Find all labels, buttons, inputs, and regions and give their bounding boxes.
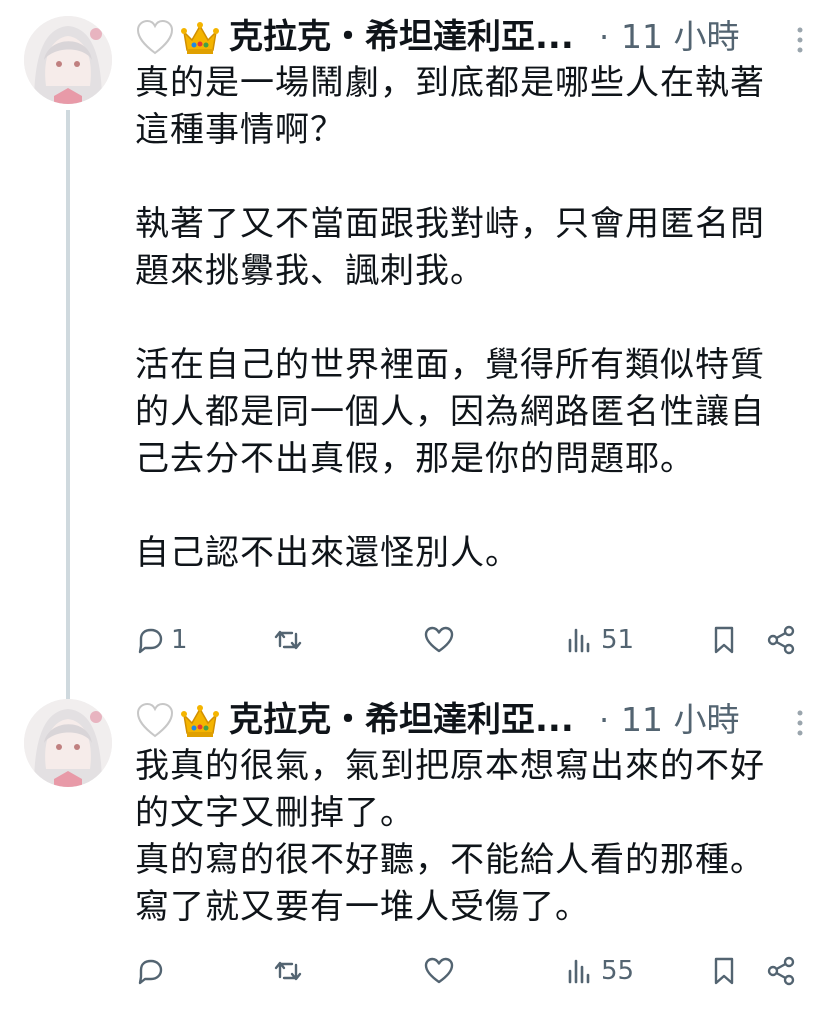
tweet-header: 克拉克・希坦達利亞... · 11 小時 [135, 12, 815, 62]
bookmark-button[interactable] [708, 946, 740, 996]
reply-icon [138, 628, 163, 654]
reply-icon [138, 959, 163, 985]
bookmark-icon [714, 957, 734, 985]
view-count: 51 [601, 625, 635, 655]
like-button[interactable] [423, 615, 459, 665]
share-icon [767, 956, 795, 986]
tweet[interactable]: 克拉克・希坦達利亞... · 11 小時 我真的很氣，氣到把原本想寫出來的不好 … [0, 683, 840, 1024]
crown-icon [181, 22, 219, 54]
like-icon [424, 957, 454, 984]
like-icon [424, 626, 454, 653]
timestamp[interactable]: 11 小時 [621, 14, 739, 60]
retweet-icon [274, 630, 302, 650]
display-name[interactable]: 克拉克・希坦達利亞... [229, 697, 574, 743]
avatar[interactable] [24, 699, 112, 787]
more-vertical-icon[interactable] [790, 20, 810, 60]
display-name[interactable]: 克拉克・希坦達利亞... [229, 14, 574, 60]
more-vertical-icon[interactable] [790, 703, 810, 743]
reply-button[interactable] [135, 946, 171, 996]
retweet-icon [274, 961, 302, 981]
views-button[interactable]: 51 [565, 615, 634, 665]
white-heart-icon [136, 19, 174, 55]
tweet[interactable]: 克拉克・希坦達利亞... · 11 小時 真的是一場鬧劇，到底都是哪些人在執著 … [0, 0, 840, 710]
share-button[interactable] [765, 946, 797, 996]
bookmark-button[interactable] [708, 615, 740, 665]
tweet-text: 我真的很氣，氣到把原本想寫出來的不好 的文字又刪掉了。 真的寫的很不好聽，不能給… [135, 746, 765, 927]
views-icon [568, 959, 590, 984]
separator-dot: · [599, 18, 610, 56]
tweet-header: 克拉克・希坦達利亞... · 11 小時 [135, 695, 815, 745]
timestamp[interactable]: 11 小時 [621, 697, 739, 743]
thread-connector [66, 110, 70, 710]
tweet-text: 真的是一場鬧劇，到底都是哪些人在執著 這種事情啊？ 執著了又不當面跟我對峙，只會… [135, 63, 765, 573]
views-button[interactable]: 55 [565, 946, 634, 996]
retweet-button[interactable] [272, 946, 308, 996]
bookmark-icon [714, 626, 734, 654]
retweet-button[interactable] [272, 615, 308, 665]
share-button[interactable] [765, 615, 797, 665]
like-button[interactable] [423, 946, 459, 996]
action-bar: 55 [135, 946, 815, 996]
share-icon [767, 625, 795, 655]
views-icon [568, 628, 590, 653]
separator-dot: · [599, 701, 610, 739]
reply-count: 1 [171, 625, 188, 655]
action-bar: 1 51 [135, 615, 815, 665]
reply-button[interactable]: 1 [135, 615, 188, 665]
view-count: 55 [601, 956, 635, 986]
crown-icon [181, 705, 219, 737]
avatar[interactable] [24, 16, 112, 104]
white-heart-icon [136, 702, 174, 738]
